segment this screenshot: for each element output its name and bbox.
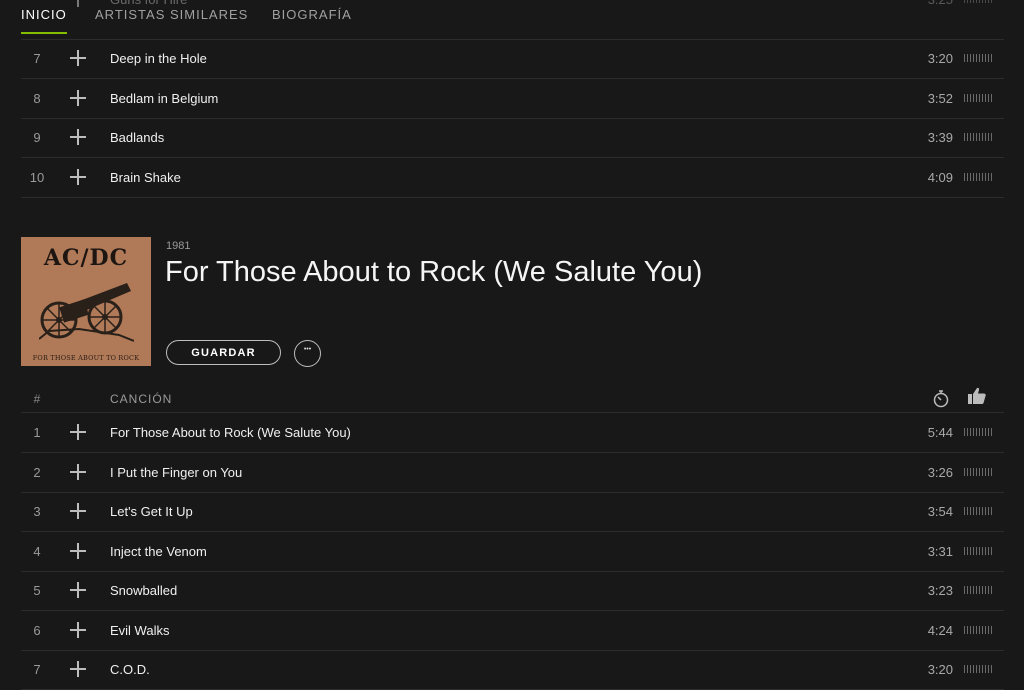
track-number: 3 <box>33 504 41 519</box>
popularity-bar <box>964 94 994 102</box>
track-number: 7 <box>33 51 41 66</box>
track-row[interactable]: 10 Brain Shake 4:09 <box>21 158 1004 198</box>
track-number: 6 <box>33 623 41 638</box>
track-number: 1 <box>33 425 41 440</box>
album-cover-caption: FOR THOSE ABOUT TO ROCK <box>32 354 140 362</box>
ellipsis-icon[interactable] <box>294 340 321 367</box>
track-title: Badlands <box>110 130 165 145</box>
track-number: 8 <box>33 91 41 106</box>
active-tab-indicator <box>21 32 67 34</box>
popularity-bar <box>964 626 994 634</box>
track-duration: 3:54 <box>927 504 953 519</box>
popularity-bar <box>964 54 994 62</box>
track-title: C.O.D. <box>110 662 150 677</box>
track-duration: 3:39 <box>927 130 953 145</box>
album-year: 1981 <box>166 240 191 252</box>
plus-icon[interactable] <box>69 49 87 67</box>
tab-biografia[interactable]: BIOGRAFÍA <box>272 7 352 22</box>
album-cover[interactable]: AC/DC FOR THOSE ABOUT TO ROCK <box>21 237 151 366</box>
column-number[interactable]: # <box>21 392 53 406</box>
track-row[interactable]: 6 Evil Walks 4:24 <box>21 611 1004 651</box>
track-row[interactable]: 5 Snowballed 3:23 <box>21 571 1004 611</box>
artist-tabs: INICIO ARTISTAS SIMILARES BIOGRAFÍA <box>0 0 1024 36</box>
track-title: For Those About to Rock (We Salute You) <box>110 425 351 440</box>
track-row[interactable]: 9 Badlands 3:39 <box>21 118 1004 158</box>
popularity-bar <box>964 468 994 476</box>
popularity-bar <box>964 586 994 594</box>
band-logo: AC/DC <box>43 245 129 271</box>
track-title: Let's Get It Up <box>110 504 193 519</box>
popularity-bar <box>964 507 994 515</box>
track-duration: 3:31 <box>927 544 953 559</box>
track-title: Evil Walks <box>110 623 170 638</box>
plus-icon[interactable] <box>69 660 87 678</box>
track-row[interactable]: 7 Deep in the Hole 3:20 <box>21 39 1004 79</box>
popularity-bar <box>964 173 994 181</box>
plus-icon[interactable] <box>69 463 87 481</box>
track-duration: 3:26 <box>927 465 953 480</box>
plus-icon[interactable] <box>69 89 87 107</box>
track-number: 7 <box>33 662 41 677</box>
plus-icon[interactable] <box>69 128 87 146</box>
track-number: 9 <box>33 130 41 145</box>
artist-page: Guns for Hire 3:25 7 Deep in the Hole 3:… <box>0 0 1024 690</box>
plus-icon[interactable] <box>69 621 87 639</box>
track-duration: 4:24 <box>927 623 953 638</box>
popularity-bar <box>964 665 994 673</box>
track-number: 2 <box>33 465 41 480</box>
thumbs-up-icon[interactable] <box>967 387 987 405</box>
track-table-header: # CANCIÓN <box>21 385 1004 413</box>
album-title[interactable]: For Those About to Rock (We Salute You) <box>165 256 702 289</box>
track-duration: 4:09 <box>927 170 953 185</box>
track-duration: 3:23 <box>927 583 953 598</box>
track-duration: 3:20 <box>927 51 953 66</box>
track-row[interactable]: 2 I Put the Finger on You 3:26 <box>21 453 1004 493</box>
track-row[interactable]: 7 C.O.D. 3:20 <box>21 650 1004 690</box>
track-number: 5 <box>33 583 41 598</box>
track-number: 10 <box>29 170 45 185</box>
track-duration: 3:52 <box>927 91 953 106</box>
plus-icon[interactable] <box>69 168 87 186</box>
track-row[interactable]: 3 Let's Get It Up 3:54 <box>21 492 1004 532</box>
tab-inicio[interactable]: INICIO <box>21 7 67 22</box>
track-title: Deep in the Hole <box>110 51 207 66</box>
tab-artistas-similares[interactable]: ARTISTAS SIMILARES <box>95 7 248 22</box>
track-duration: 3:20 <box>927 662 953 677</box>
popularity-bar <box>964 133 994 141</box>
popularity-bar <box>964 428 994 436</box>
track-title: Bedlam in Belgium <box>110 91 219 106</box>
track-title: Snowballed <box>110 583 178 598</box>
track-row[interactable]: 8 Bedlam in Belgium 3:52 <box>21 79 1004 119</box>
track-title: Brain Shake <box>110 170 181 185</box>
track-row[interactable]: 4 Inject the Venom 3:31 <box>21 532 1004 572</box>
save-button[interactable]: GUARDAR <box>166 340 281 365</box>
track-title: Inject the Venom <box>110 544 207 559</box>
popularity-bar <box>964 547 994 555</box>
plus-icon[interactable] <box>69 542 87 560</box>
plus-icon[interactable] <box>69 581 87 599</box>
column-song[interactable]: CANCIÓN <box>110 392 172 406</box>
cannon-illustration <box>39 283 134 342</box>
stopwatch-icon[interactable] <box>932 389 950 408</box>
track-row[interactable]: 1 For Those About to Rock (We Salute You… <box>21 413 1004 453</box>
plus-icon[interactable] <box>69 423 87 441</box>
track-duration: 5:44 <box>927 425 953 440</box>
plus-icon[interactable] <box>69 502 87 520</box>
track-number: 4 <box>33 544 41 559</box>
track-title: I Put the Finger on You <box>110 465 243 480</box>
